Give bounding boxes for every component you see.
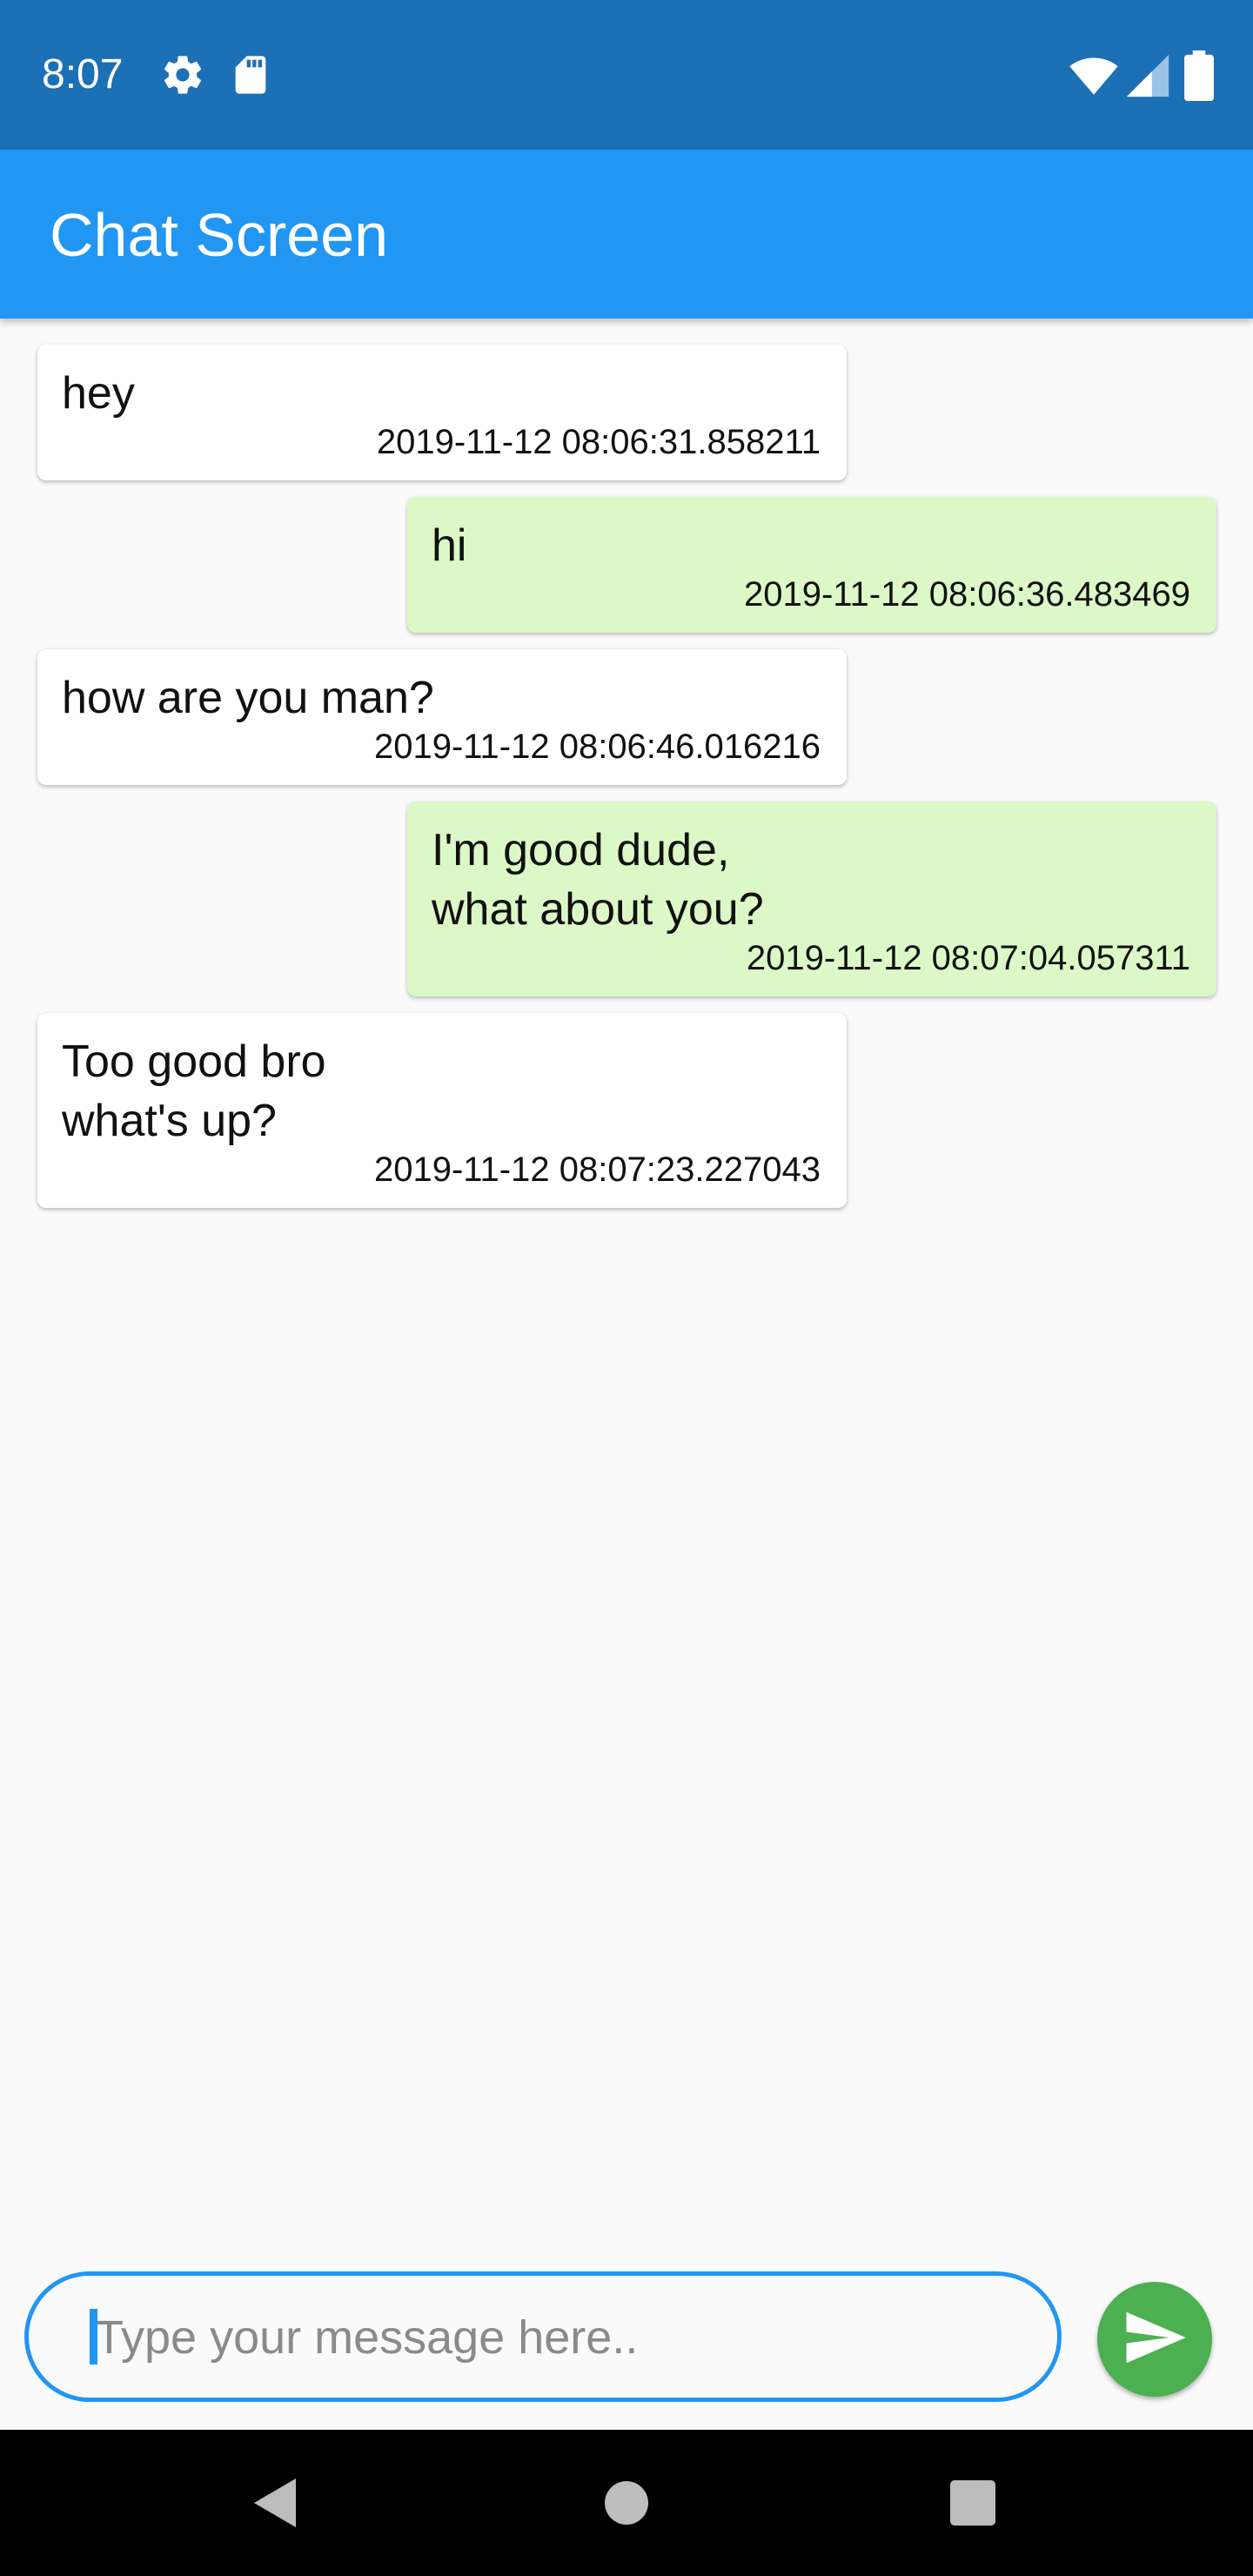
message-input-container[interactable] bbox=[24, 2271, 1062, 2402]
message-text: Too good bro what's up? bbox=[62, 1036, 326, 1146]
status-time: 8:07 bbox=[42, 51, 124, 97]
chat-screen: 8:07 Chat Screen hey 2019-11-12 08:06:31… bbox=[0, 0, 1253, 2576]
message-input[interactable] bbox=[90, 2298, 1035, 2377]
message-list[interactable]: hey 2019-11-12 08:06:31.858211 hi 2019-1… bbox=[0, 319, 1253, 2259]
message-bubble-received[interactable]: hey 2019-11-12 08:06:31.858211 bbox=[37, 345, 847, 480]
message-timestamp: 2019-11-12 08:06:31.858211 bbox=[376, 423, 821, 461]
wifi-icon bbox=[1069, 50, 1119, 101]
message-bubble-received[interactable]: Too good bro what's up? 2019-11-12 08:07… bbox=[37, 1013, 847, 1208]
home-icon[interactable] bbox=[592, 2468, 661, 2538]
message-timestamp: 2019-11-12 08:07:04.057311 bbox=[746, 939, 1190, 977]
back-icon[interactable] bbox=[242, 2468, 312, 2538]
send-button[interactable] bbox=[1097, 2282, 1212, 2397]
sd-card-icon bbox=[228, 52, 273, 97]
status-bar: 8:07 bbox=[0, 0, 1253, 150]
app-bar: Chat Screen bbox=[0, 150, 1253, 319]
message-timestamp: 2019-11-12 08:06:36.483469 bbox=[743, 575, 1190, 614]
gear-icon bbox=[160, 52, 205, 97]
message-bubble-sent[interactable]: I'm good dude, what about you? 2019-11-1… bbox=[407, 802, 1216, 996]
text-caret bbox=[90, 2309, 97, 2365]
recents-icon[interactable] bbox=[938, 2468, 1008, 2538]
message-text: hi bbox=[432, 520, 467, 571]
send-icon bbox=[1121, 2304, 1189, 2376]
signal-icon bbox=[1122, 50, 1173, 101]
message-text: hey bbox=[62, 368, 135, 419]
message-text: how are you man? bbox=[62, 673, 434, 723]
message-bubble-received[interactable]: how are you man? 2019-11-12 08:06:46.016… bbox=[37, 649, 847, 785]
message-timestamp: 2019-11-12 08:06:46.016216 bbox=[373, 728, 821, 766]
page-title: Chat Screen bbox=[50, 201, 389, 269]
battery-icon bbox=[1182, 50, 1216, 101]
message-bubble-sent[interactable]: hi 2019-11-12 08:06:36.483469 bbox=[407, 497, 1216, 633]
message-timestamp: 2019-11-12 08:07:23.227043 bbox=[373, 1150, 821, 1189]
system-nav-bar bbox=[0, 2430, 1253, 2576]
message-text: I'm good dude, what about you? bbox=[432, 825, 764, 935]
